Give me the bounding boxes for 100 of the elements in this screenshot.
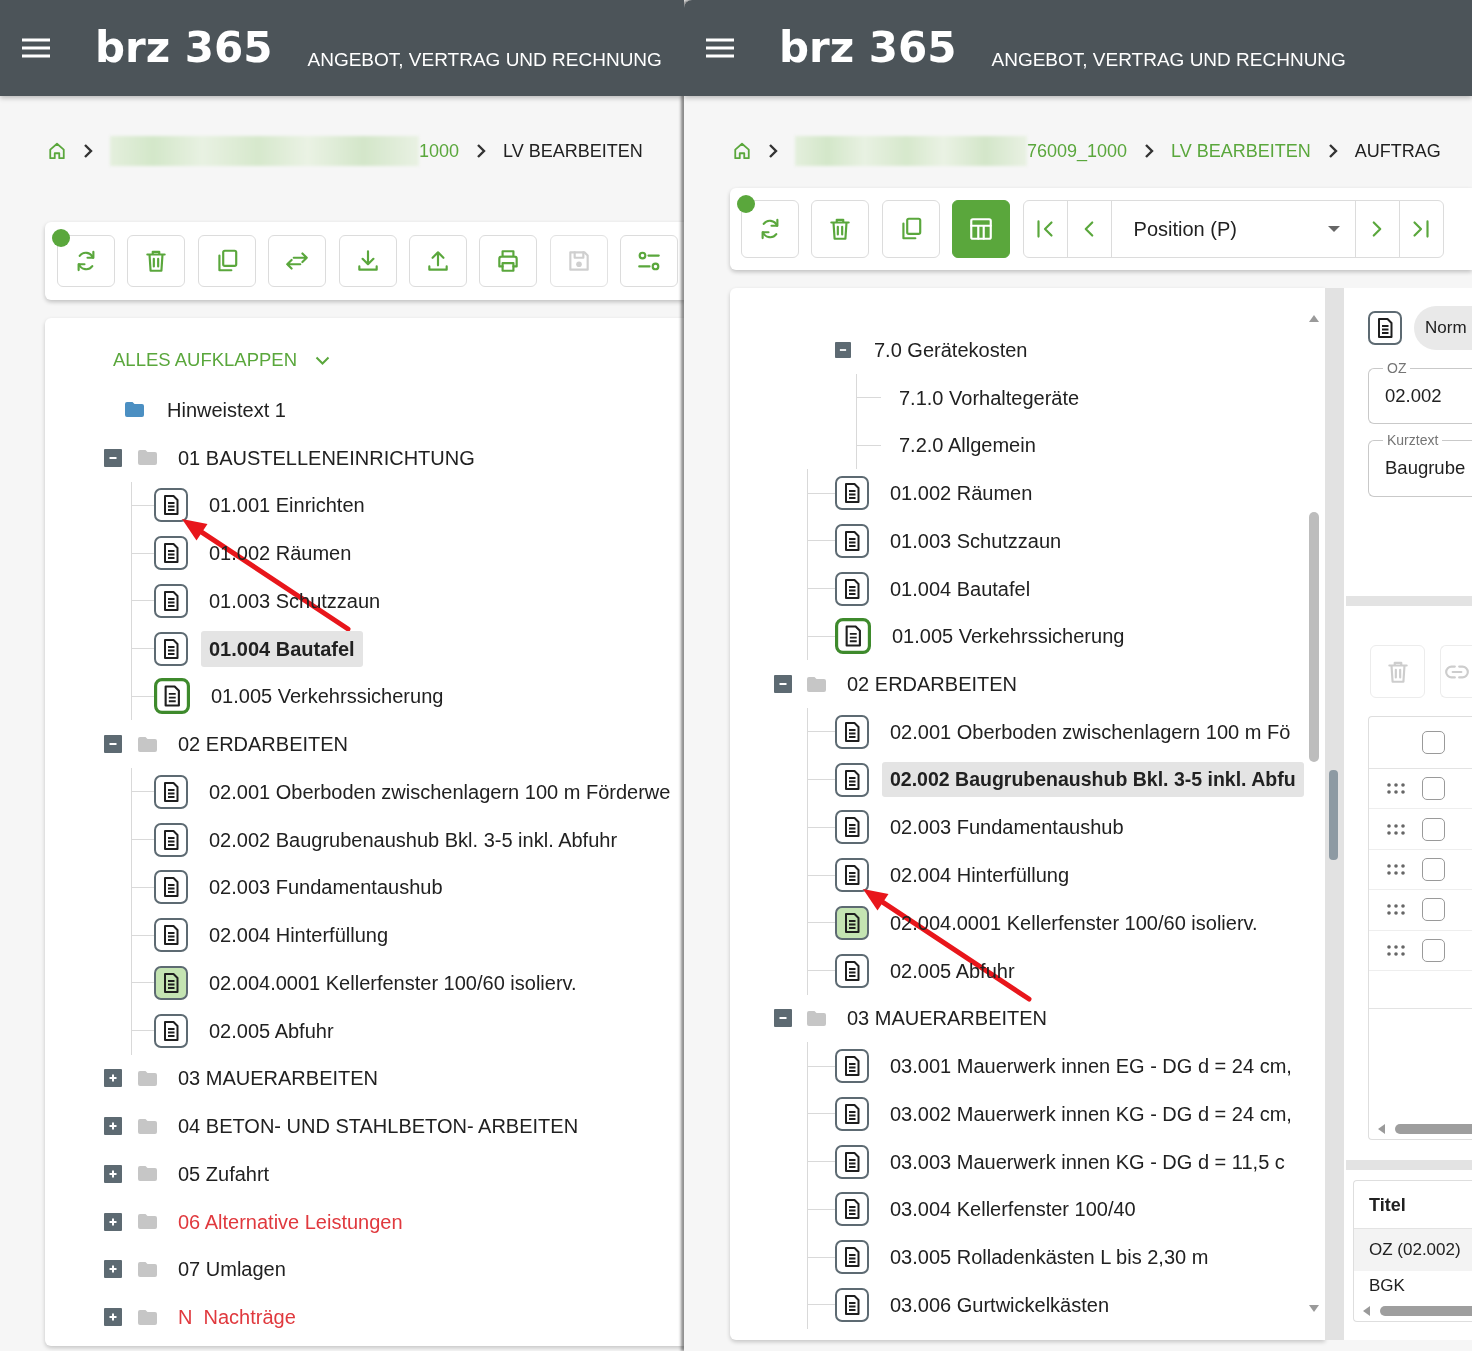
chevron-right-icon xyxy=(83,143,93,159)
tree-item-label[interactable]: 02.002 Baugrubenaushub Bkl. 3-5 inkl. Abfu xyxy=(882,762,1304,798)
scroll-left-icon[interactable] xyxy=(1378,1124,1385,1134)
plus-box-icon[interactable] xyxy=(104,1164,122,1183)
chevron-right-icon xyxy=(768,143,778,159)
splitter-bar[interactable] xyxy=(1325,288,1344,1340)
tree-item-label[interactable]: 01.004 Bautafel xyxy=(890,573,1031,604)
tree-item-label[interactable]: 7.1.0 Vorhaltegeräte xyxy=(899,382,1080,413)
options-button[interactable] xyxy=(620,235,679,287)
drag-handle-icon[interactable] xyxy=(1387,904,1405,916)
drag-handle-icon[interactable] xyxy=(1387,783,1405,795)
scrollbar-thumb[interactable] xyxy=(1395,1124,1472,1134)
checkbox[interactable] xyxy=(1422,898,1445,922)
tree-item-label[interactable]: 01.004 Bautafel xyxy=(201,630,363,667)
scrollbar-thumb[interactable] xyxy=(1329,770,1338,860)
plus-box-icon[interactable] xyxy=(104,1069,122,1088)
tree-item-label[interactable]: 03 MAUERARBEITEN xyxy=(178,1063,379,1094)
print-button[interactable] xyxy=(479,235,538,287)
tree-item-label[interactable]: Hinweistext 1 xyxy=(167,394,286,425)
tree-item-label[interactable]: 02.004 Hinterfüllung xyxy=(209,920,388,951)
breadcrumb-current: LV BEARBEITEN xyxy=(503,139,643,163)
delete-button[interactable] xyxy=(811,200,870,258)
swap-button[interactable] xyxy=(268,235,327,287)
folder-icon xyxy=(138,1118,157,1134)
logo: brz 365 xyxy=(779,26,957,70)
tree-item-label[interactable]: 01.005 Verkehrssicherung xyxy=(211,681,444,712)
tree-item-label[interactable]: 03.002 Mauerwerk innen KG - DG d = 24 cm, xyxy=(890,1098,1292,1129)
tree-item-label[interactable]: 02.002 Baugrubenaushub Bkl. 3-5 inkl. Abfuhr xyxy=(209,824,618,855)
tree-item-label[interactable]: 02.003 Fundamentaushub xyxy=(890,812,1124,843)
menu-icon[interactable] xyxy=(706,38,734,58)
tree-item-label[interactable]: N Nachträge xyxy=(178,1302,296,1333)
tree-item-label[interactable]: 06 Alternative Leistungen xyxy=(178,1206,403,1237)
tree-item-label[interactable]: 7.0 Gerätekosten xyxy=(874,334,1028,365)
tree-item-label[interactable]: 03.004 Kellerfenster 100/40 xyxy=(890,1194,1136,1225)
folder-icon xyxy=(807,676,826,692)
tree-item-label[interactable]: 02.001 Oberboden zwischenlagern 100 m Fö xyxy=(890,716,1291,747)
drag-handle-icon[interactable] xyxy=(1387,944,1405,956)
scroll-left-icon[interactable] xyxy=(1363,1306,1370,1316)
refresh-button[interactable] xyxy=(741,200,799,258)
first-button[interactable] xyxy=(1022,200,1068,258)
plus-box-icon[interactable] xyxy=(104,1117,122,1136)
tree-item-label[interactable]: 02.004.0001 Kellerfenster 100/60 isolierv. xyxy=(209,967,577,998)
app-title: ANGEBOT, VERTRAG UND RECHNUNG xyxy=(991,48,1346,72)
tree-item-label[interactable]: 03.006 Gurtwickelkästen xyxy=(890,1289,1109,1320)
position-dropdown[interactable]: Position (P) xyxy=(1110,200,1356,258)
text-field[interactable]: OZ 02.002 xyxy=(1368,360,1472,424)
scroll-down-icon[interactable] xyxy=(1308,1305,1319,1312)
scroll-up-icon[interactable] xyxy=(1308,315,1319,322)
tree-item-label[interactable]: 04 BETON- UND STAHLBETON- ARBEITEN xyxy=(178,1111,579,1142)
minus-box-icon[interactable] xyxy=(835,341,851,358)
tree-item-label[interactable]: 01.002 Räumen xyxy=(890,478,1033,509)
tree-item-label[interactable]: 02.004 Hinterfüllung xyxy=(890,860,1069,891)
minus-box-icon[interactable] xyxy=(774,675,792,694)
checkbox[interactable] xyxy=(1422,777,1445,801)
delete-button[interactable] xyxy=(127,235,186,287)
drag-handle-icon[interactable] xyxy=(1387,863,1405,875)
tree-item-label[interactable]: 7.2.0 Allgemein xyxy=(899,430,1036,461)
tree-item-label[interactable]: 01.005 Verkehrssicherung xyxy=(892,621,1125,652)
copy-button[interactable] xyxy=(197,235,256,287)
tree-item-label[interactable]: 02.005 Abfuhr xyxy=(209,1015,334,1046)
tree-item-label[interactable]: 03.005 Rolladenkästen L bis 2,30 m xyxy=(890,1242,1209,1273)
text-field[interactable]: Kurztext Baugrube xyxy=(1368,432,1472,497)
home-icon[interactable] xyxy=(733,142,751,160)
upload-button[interactable] xyxy=(408,235,467,287)
menu-icon[interactable] xyxy=(22,38,50,58)
checkbox[interactable] xyxy=(1422,817,1445,841)
folder-icon xyxy=(138,1166,157,1182)
tree-item-label[interactable]: 02.001 Oberboden zwischenlagern 100 m Förderwe xyxy=(209,776,671,807)
minus-box-icon[interactable] xyxy=(774,1009,792,1028)
tree-item-label[interactable]: 03.003 Mauerwerk innen KG - DG d = 11,5 c xyxy=(890,1146,1285,1177)
last-button[interactable] xyxy=(1398,200,1444,258)
plus-box-icon[interactable] xyxy=(104,1308,122,1327)
tree-item-label[interactable]: 03 MAUERARBEITEN xyxy=(847,1003,1048,1034)
tree-item-label[interactable]: 03.001 Mauerwerk innen EG - DG d = 24 cm, xyxy=(890,1051,1292,1082)
checkbox[interactable] xyxy=(1422,938,1445,962)
checkbox[interactable] xyxy=(1422,857,1445,881)
plus-box-icon[interactable] xyxy=(104,1260,122,1279)
plus-box-icon[interactable] xyxy=(104,1212,122,1231)
copy-button[interactable] xyxy=(881,200,940,258)
minus-box-icon[interactable] xyxy=(104,735,122,754)
refresh-button[interactable] xyxy=(57,235,115,287)
home-icon[interactable] xyxy=(48,142,66,160)
tree-item-label[interactable]: 02.003 Fundamentaushub xyxy=(209,872,443,903)
minus-box-icon[interactable] xyxy=(104,448,122,467)
table-cell-text: BGK xyxy=(1368,1275,1406,1297)
download-button[interactable] xyxy=(338,235,397,287)
drag-handle-icon[interactable] xyxy=(1387,823,1405,835)
tree-item-label[interactable]: 01.001 Einrichten xyxy=(209,490,365,521)
scrollbar-thumb[interactable] xyxy=(1308,512,1319,762)
folder-icon xyxy=(125,402,144,418)
layout-button[interactable] xyxy=(952,200,1011,258)
type-dropdown[interactable]: Norm xyxy=(1414,306,1472,350)
tree-item-label[interactable]: 07 Umlagen xyxy=(178,1254,286,1285)
tree-item-label[interactable]: 02 ERDARBEITEN xyxy=(847,669,1018,700)
checkbox[interactable] xyxy=(1422,731,1445,754)
tree-item-label[interactable]: 02 ERDARBEITEN xyxy=(178,729,349,760)
tree-item-label[interactable]: 01 BAUSTELLENEINRICHTUNG xyxy=(178,442,475,473)
tree-item-label[interactable]: 05 Zufahrt xyxy=(178,1158,270,1189)
scrollbar-thumb[interactable] xyxy=(1380,1306,1472,1316)
tree-item-label[interactable]: 01.003 Schutzzaun xyxy=(890,525,1062,556)
